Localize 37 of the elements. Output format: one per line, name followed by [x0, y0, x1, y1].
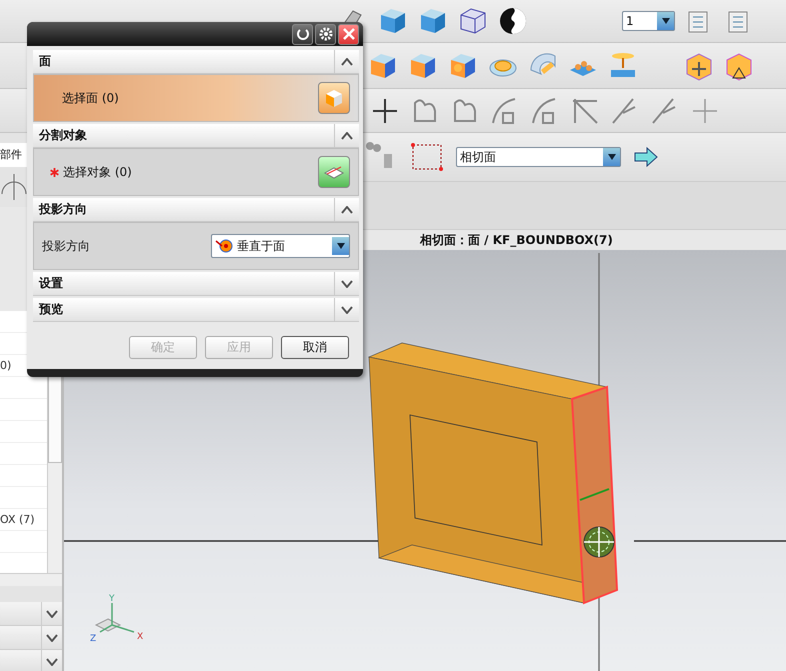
selection-label: 选择对象 (0): [63, 164, 133, 180]
arc-icon[interactable]: [0, 172, 28, 202]
rectangle-select-icon[interactable]: [410, 142, 444, 172]
selection-row-highlight[interactable]: 选择面 (0): [33, 74, 359, 122]
close-icon: [342, 27, 356, 41]
selection-caption: 相切面：面 / KF_BOUNDBOX(7): [420, 232, 613, 248]
direction-icon: [215, 239, 233, 253]
select-button[interactable]: [318, 156, 350, 188]
selection-label: 选择面 (0): [61, 90, 120, 106]
section-header[interactable]: 投影方向: [33, 198, 359, 222]
section-title: 投影方向: [38, 201, 88, 218]
selection-row[interactable]: 选择对象 (0): [33, 148, 359, 196]
settings-icon[interactable]: [315, 24, 336, 44]
section-title: 预览: [38, 301, 64, 318]
section-header[interactable]: 预览: [33, 298, 359, 322]
horizontal-scrollbar[interactable]: [0, 572, 62, 586]
field-label: 投影方向: [42, 238, 91, 254]
axis-label: Z: [90, 634, 96, 644]
axis-label: X: [137, 632, 144, 642]
target-cursor-icon: [583, 526, 615, 558]
right-arrow-icon[interactable]: [633, 146, 659, 168]
close-button[interactable]: [338, 24, 359, 44]
reset-icon[interactable]: [292, 24, 313, 44]
dialog-button[interactable]: 取消: [281, 336, 349, 359]
section-title: 分割对象: [38, 127, 88, 144]
section-title: 面: [38, 53, 52, 70]
select-button[interactable]: [318, 82, 350, 114]
axis-triad-icon: [94, 602, 135, 633]
section-header[interactable]: 面: [33, 50, 359, 74]
section-title: 设置: [38, 275, 64, 292]
filter-dropdown[interactable]: 相切面: [456, 147, 621, 167]
axis-label: Y: [109, 594, 114, 604]
section-header[interactable]: 分割对象: [33, 124, 359, 148]
section-header[interactable]: 设置: [33, 272, 359, 296]
direction-dropdown[interactable]: 垂直于面: [211, 234, 350, 258]
cube-icon: [323, 87, 345, 109]
layer-dropdown[interactable]: 1: [622, 11, 675, 31]
